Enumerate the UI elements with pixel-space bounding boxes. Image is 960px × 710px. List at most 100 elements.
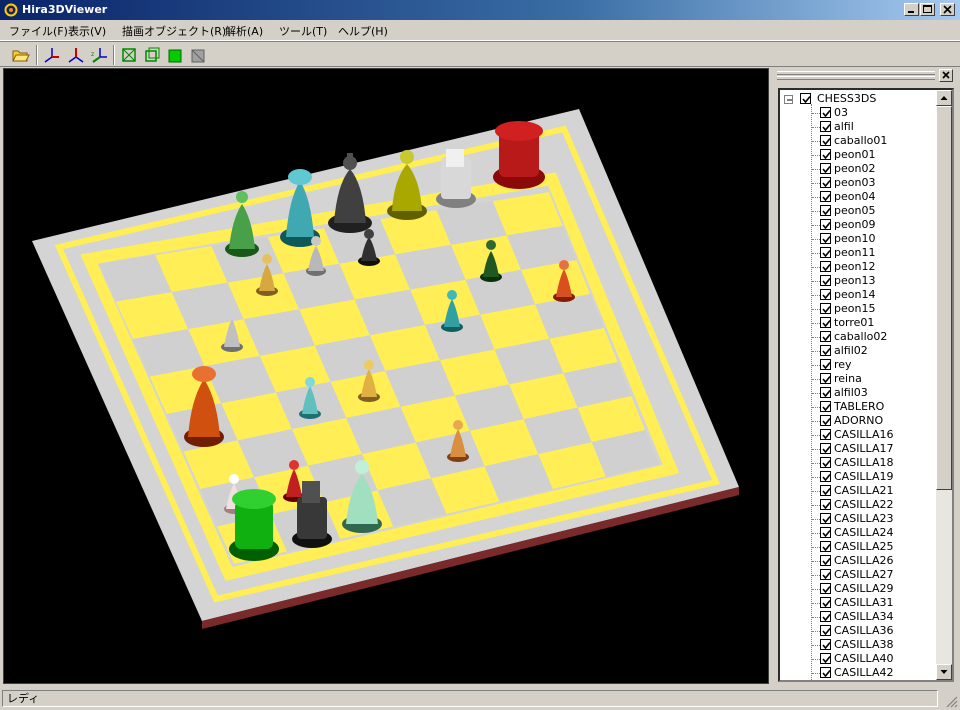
panel-close-button[interactable] <box>939 69 953 82</box>
tree-item[interactable]: torre01 <box>820 316 874 330</box>
tree-item[interactable]: 03 <box>820 106 848 120</box>
tree-item-checkbox[interactable] <box>820 597 831 608</box>
tree-item-checkbox[interactable] <box>820 653 831 664</box>
axis-z-button[interactable]: z <box>90 45 110 65</box>
3d-viewport[interactable] <box>3 68 769 684</box>
tree-item-checkbox[interactable] <box>820 569 831 580</box>
tree-item-checkbox[interactable] <box>820 681 831 682</box>
tree-item-checkbox[interactable] <box>820 177 831 188</box>
tree-item-checkbox[interactable] <box>820 135 831 146</box>
tree-item[interactable]: CASILLA26 <box>820 554 893 568</box>
tree-item-checkbox[interactable] <box>820 373 831 384</box>
tree-item-checkbox[interactable] <box>820 401 831 412</box>
maximize-button[interactable] <box>920 3 935 16</box>
tree-item[interactable]: caballo02 <box>820 330 887 344</box>
open-button[interactable] <box>10 45 30 65</box>
tree-item[interactable]: CASILLA34 <box>820 610 893 624</box>
tree-item[interactable]: caballo01 <box>820 134 887 148</box>
tree-item-checkbox[interactable] <box>820 471 831 482</box>
tree-item[interactable]: alfil03 <box>820 386 868 400</box>
tree-item[interactable]: peon12 <box>820 260 875 274</box>
tree-item-checkbox[interactable] <box>820 331 831 342</box>
tree-item-checkbox[interactable] <box>820 303 831 314</box>
tree-item[interactable]: peon01 <box>820 148 875 162</box>
tree-item-checkbox[interactable] <box>820 443 831 454</box>
tree-item-checkbox[interactable] <box>820 611 831 622</box>
tree-item-checkbox[interactable] <box>820 233 831 244</box>
tree-root[interactable]: CHESS3DS <box>784 92 876 106</box>
tree-item[interactable]: alfil <box>820 120 854 134</box>
tree-item-checkbox[interactable] <box>820 625 831 636</box>
tree-scrollbar[interactable] <box>936 90 952 680</box>
tree-item[interactable]: CASILLA22 <box>820 498 893 512</box>
tree-root-checkbox[interactable] <box>799 93 811 104</box>
menu-tools[interactable]: ツール(T) <box>279 23 327 39</box>
tree-item-checkbox[interactable] <box>820 541 831 552</box>
tree-item[interactable]: peon02 <box>820 162 875 176</box>
tree-item-checkbox[interactable] <box>820 499 831 510</box>
tree-item-checkbox[interactable] <box>820 485 831 496</box>
menu-analysis[interactable]: 解析(A) <box>225 23 263 39</box>
tree-item[interactable]: rey <box>820 358 852 372</box>
tree-item-checkbox[interactable] <box>820 121 831 132</box>
tree-item-checkbox[interactable] <box>820 247 831 258</box>
tree-item[interactable]: CASILLA18 <box>820 456 893 470</box>
tree-item[interactable]: peon10 <box>820 232 875 246</box>
tree-item-checkbox[interactable] <box>820 191 831 202</box>
tree-item[interactable]: peon04 <box>820 190 875 204</box>
tree-item-checkbox[interactable] <box>820 583 831 594</box>
tree-item[interactable]: CASILLA24 <box>820 526 893 540</box>
tree-item[interactable]: CASILLA38 <box>820 638 893 652</box>
tree-item-checkbox[interactable] <box>820 107 831 118</box>
tree-item[interactable]: peon11 <box>820 246 875 260</box>
tree-item-checkbox[interactable] <box>820 429 831 440</box>
tree-item[interactable]: peon03 <box>820 176 875 190</box>
tree-item-checkbox[interactable] <box>820 345 831 356</box>
collapse-icon[interactable] <box>784 95 793 104</box>
scroll-up-button[interactable] <box>936 90 952 106</box>
resize-grip-icon[interactable] <box>942 692 958 708</box>
tree-item[interactable]: peon05 <box>820 204 875 218</box>
tree-item-checkbox[interactable] <box>820 359 831 370</box>
tree-item[interactable]: ADORNO <box>820 414 883 428</box>
tree-item[interactable]: peon15 <box>820 302 875 316</box>
tree-item-checkbox[interactable] <box>820 555 831 566</box>
tree-item-checkbox[interactable] <box>820 639 831 650</box>
tree-item-checkbox[interactable] <box>820 205 831 216</box>
close-button[interactable] <box>940 3 955 16</box>
menu-file[interactable]: ファイル(F) <box>9 23 68 39</box>
tree-item-checkbox[interactable] <box>820 261 831 272</box>
tree-item-checkbox[interactable] <box>820 415 831 426</box>
tree-item[interactable]: alfil02 <box>820 344 868 358</box>
tree-item[interactable]: reina <box>820 372 862 386</box>
shaded-button[interactable] <box>188 45 208 65</box>
tree-item[interactable]: TABLERO <box>820 400 884 414</box>
menu-help[interactable]: ヘルプ(H) <box>338 23 388 39</box>
tree-item[interactable]: peon09 <box>820 218 875 232</box>
panel-grip[interactable] <box>777 71 935 80</box>
solid-button[interactable] <box>165 45 185 65</box>
scroll-down-button[interactable] <box>936 664 952 680</box>
tree-item-checkbox[interactable] <box>820 457 831 468</box>
tree-item[interactable]: CASILLA16 <box>820 428 893 442</box>
tree-item[interactable]: CASILLA40 <box>820 652 893 666</box>
tree-item[interactable]: CASILLA31 <box>820 596 893 610</box>
wireframe-button[interactable] <box>119 45 139 65</box>
scroll-thumb[interactable] <box>936 106 952 490</box>
tree-item[interactable]: CASILLA23 <box>820 512 893 526</box>
tree-item-checkbox[interactable] <box>820 387 831 398</box>
tree-item[interactable]: CASILLA21 <box>820 484 893 498</box>
tree-item[interactable]: CASILLA36 <box>820 624 893 638</box>
tree-item[interactable]: CASILLA19 <box>820 470 893 484</box>
tree-item-checkbox[interactable] <box>820 163 831 174</box>
minimize-button[interactable] <box>904 3 919 16</box>
menu-draw-object[interactable]: 描画オブジェクト(R) <box>122 23 226 39</box>
tree-item[interactable]: CASILLA25 <box>820 540 893 554</box>
tree-item[interactable]: CASILLA27 <box>820 568 893 582</box>
tree-item-checkbox[interactable] <box>820 513 831 524</box>
bounding-button[interactable] <box>142 45 162 65</box>
menu-view[interactable]: 表示(V) <box>68 23 106 39</box>
tree-item-checkbox[interactable] <box>820 317 831 328</box>
axis-x-button[interactable] <box>42 45 62 65</box>
tree-item[interactable]: peon14 <box>820 288 875 302</box>
